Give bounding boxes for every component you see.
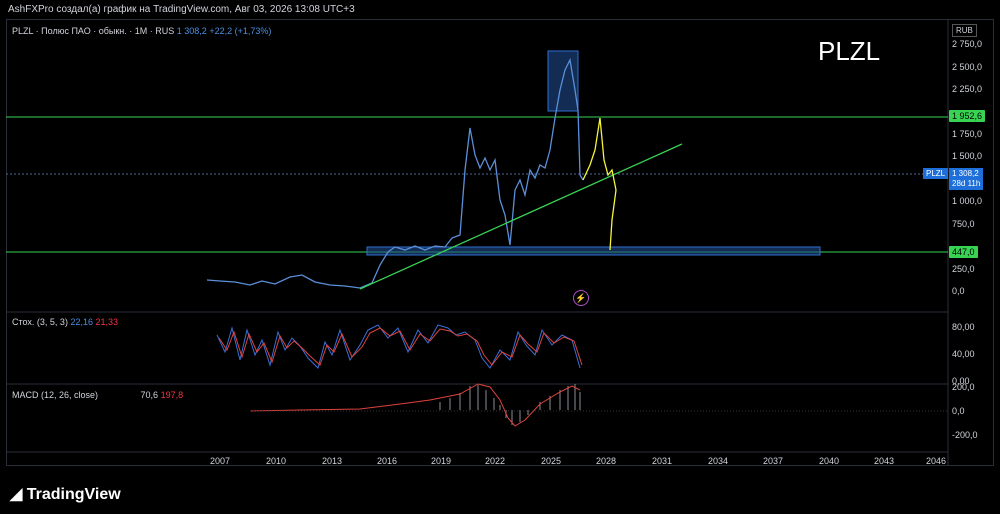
price-tick: 2 750,0 bbox=[952, 39, 983, 49]
time-tick: 2010 bbox=[265, 456, 287, 466]
time-tick: 2043 bbox=[873, 456, 895, 466]
price-tick: 0,0 bbox=[952, 286, 965, 296]
time-tick: 2019 bbox=[430, 456, 452, 466]
stoch-tick: 40,00 bbox=[952, 349, 975, 359]
symbol-legend[interactable]: PLZL · Полюс ПАО · обыкн. · 1M · RUS 1 3… bbox=[12, 26, 271, 36]
macd-tick: -200,0 bbox=[952, 430, 978, 440]
price-change: +22,2 (+1,73%) bbox=[209, 26, 272, 36]
tv-logo-text: TradingView bbox=[26, 486, 121, 503]
macd-value: 70,6 bbox=[140, 390, 159, 400]
support-zone bbox=[366, 246, 821, 256]
symbol-text: PLZL · Полюс ПАО · обыкн. · 1M · RUS bbox=[12, 26, 175, 36]
stoch-d: 21,33 bbox=[95, 317, 119, 327]
tv-mark-icon: ◢ bbox=[10, 486, 23, 503]
tradingview-logo: ◢ TradingView bbox=[10, 484, 121, 504]
macd-histogram bbox=[439, 384, 581, 425]
time-tick: 2034 bbox=[707, 456, 729, 466]
macd-tick: 0,0 bbox=[952, 406, 965, 416]
lower-level-label: 447,0 bbox=[949, 246, 978, 258]
time-tick: 2028 bbox=[595, 456, 617, 466]
macd-signal: 197,8 bbox=[160, 390, 184, 400]
time-tick: 2016 bbox=[376, 456, 398, 466]
macd-tick: 200,0 bbox=[952, 382, 975, 392]
time-tick: 2025 bbox=[540, 456, 562, 466]
time-tick: 2046 bbox=[925, 456, 947, 466]
currency-button[interactable]: RUB bbox=[952, 24, 977, 37]
time-tick: 2037 bbox=[762, 456, 784, 466]
last-price: 1 308,2 bbox=[176, 26, 207, 36]
bar-timer: 28d 11h bbox=[952, 179, 981, 188]
time-tick: 2022 bbox=[484, 456, 506, 466]
current-price-label: 1 308,2 28d 11h bbox=[949, 168, 984, 190]
current-price: 1 308,2 bbox=[952, 169, 979, 178]
time-tick: 2013 bbox=[321, 456, 343, 466]
price-tick: 1 000,0 bbox=[952, 196, 983, 206]
stoch-legend[interactable]: Стох. (3, 5, 3) 22,16 21,33 bbox=[12, 317, 118, 327]
chart-canvas[interactable] bbox=[0, 0, 1000, 514]
trend-line bbox=[359, 143, 683, 290]
time-tick: 2040 bbox=[818, 456, 840, 466]
time-tick: 2007 bbox=[209, 456, 231, 466]
projection-line bbox=[582, 117, 617, 251]
time-tick: 2031 bbox=[651, 456, 673, 466]
upper-level-label: 1 952,6 bbox=[949, 110, 986, 122]
lightning-icon[interactable]: ⚡ bbox=[573, 290, 589, 306]
price-tick: 1 750,0 bbox=[952, 129, 983, 139]
symbol-watermark-text: PLZL bbox=[818, 36, 881, 66]
price-tick: 1 500,0 bbox=[952, 151, 983, 161]
stoch-k: 22,16 bbox=[70, 317, 93, 327]
price-tick: 750,0 bbox=[952, 219, 975, 229]
stoch-tick: 80,00 bbox=[952, 322, 975, 332]
stoch-label: Стох. (3, 5, 3) bbox=[12, 317, 68, 327]
macd-label: MACD (12, 26, close) bbox=[12, 390, 99, 400]
price-tick: 250,0 bbox=[952, 264, 975, 274]
price-tick: 2 500,0 bbox=[952, 62, 983, 72]
price-tick: 2 250,0 bbox=[952, 84, 983, 94]
current-symbol-label: PLZL bbox=[923, 168, 949, 179]
macd-legend[interactable]: MACD (12, 26, close) 70,6 197,8 bbox=[12, 390, 183, 400]
